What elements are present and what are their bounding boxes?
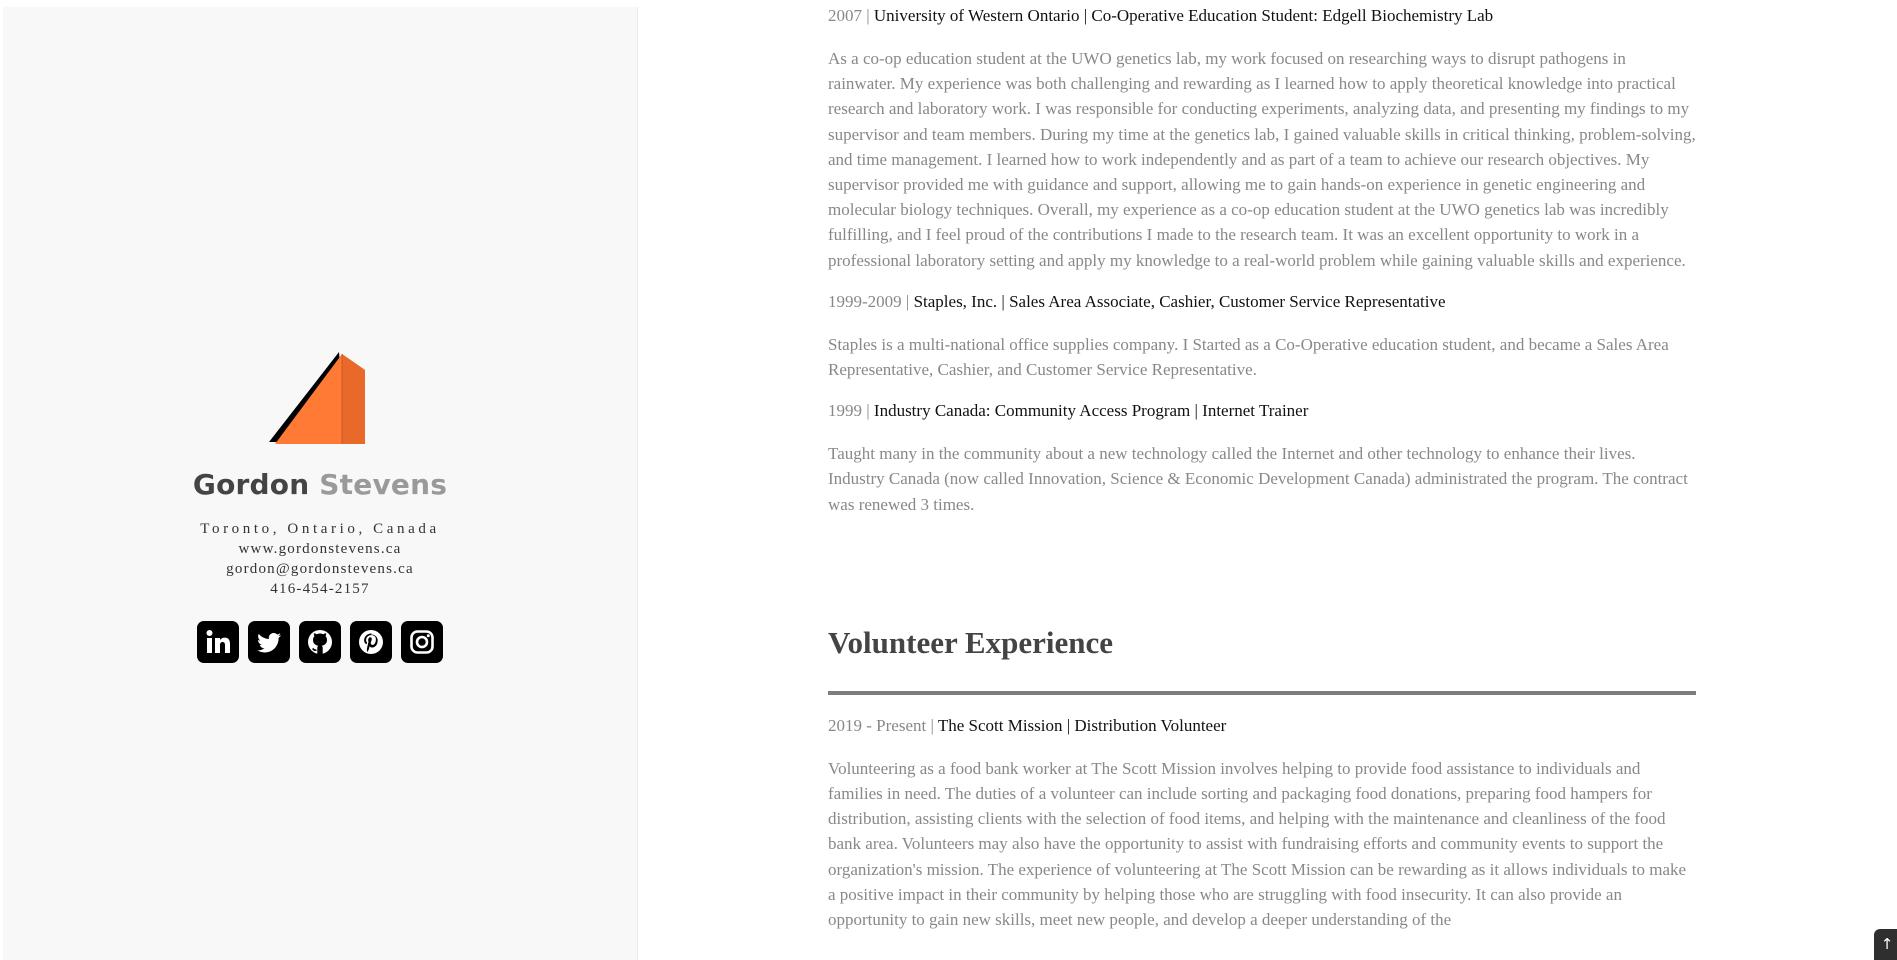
entry-role: Co-Operative Education Student: Edgell B… [1091,6,1494,25]
site-logo [269,352,365,444]
work-entry-header: 2007 | University of Western Ontario | C… [828,6,1494,25]
entry-description: Taught many in the community about a new… [828,444,1688,514]
entry-description: As a co-op education student at the UWO … [828,49,1696,270]
entry-date: 1999 [828,401,862,421]
pinterest-icon [359,630,383,654]
entry-role: Distribution Volunteer [1074,715,1227,735]
section-divider [828,690,1696,695]
entry-org: Staples, Inc. [913,291,998,311]
phone-text: 416-454-2157 [270,581,370,597]
volunteer-entry-header: 2019 - Present | The Scott Mission | Dis… [828,715,1227,735]
linkedin-icon [206,630,230,653]
github-icon [308,630,332,654]
entry-org: The Scott Mission [937,715,1063,735]
instagram-icon [410,630,434,654]
github-link[interactable] [299,621,341,663]
profile-sidebar: Gordon Stevens Toronto, Ontario, Canada … [3,7,638,960]
contact-info: Toronto, Ontario, Canada www.gordonsteve… [3,519,637,599]
twitter-link[interactable] [248,621,290,663]
entry-date: 2007 [828,6,862,25]
entry-description: Volunteering as a food bank worker at Th… [828,758,1687,930]
pinterest-link[interactable] [350,621,392,663]
scroll-to-top-button[interactable]: ↑ [1874,929,1897,960]
entry-date: 2019 - Present [828,715,927,735]
website-link[interactable]: www.gordonstevens.ca [3,539,637,559]
work-entry-header: 1999-2009 | Staples, Inc. | Sales Area A… [828,291,1446,311]
work-entry-header: 1999 | Industry Canada: Community Access… [828,401,1309,421]
entry-org: University of Western Ontario [873,6,1080,25]
email-link[interactable]: gordon@gordonstevens.ca [3,559,637,579]
linkedin-link[interactable] [197,621,239,663]
profile-card: Gordon Stevens Toronto, Ontario, Canada … [3,344,637,663]
location-text: Toronto, Ontario, Canada [200,521,440,537]
section-title-volunteer: Volunteer Experience [828,624,1113,660]
entry-description: Staples is a multi-national office suppl… [828,334,1669,380]
last-name: Stevens [319,468,448,501]
social-links [3,621,637,663]
instagram-link[interactable] [401,621,443,663]
resume-content: 2007 | University of Western Ontario | C… [828,0,1696,932]
entry-role: Internet Trainer [1202,401,1309,421]
entry-date: 1999-2009 [828,291,902,311]
first-name: Gordon [192,468,310,501]
profile-name: Gordon Stevens [3,468,637,501]
entry-org: Industry Canada: Community Access Progra… [873,401,1191,421]
entry-role: Sales Area Associate, Cashier, Customer … [1009,291,1446,311]
twitter-icon [257,633,281,653]
